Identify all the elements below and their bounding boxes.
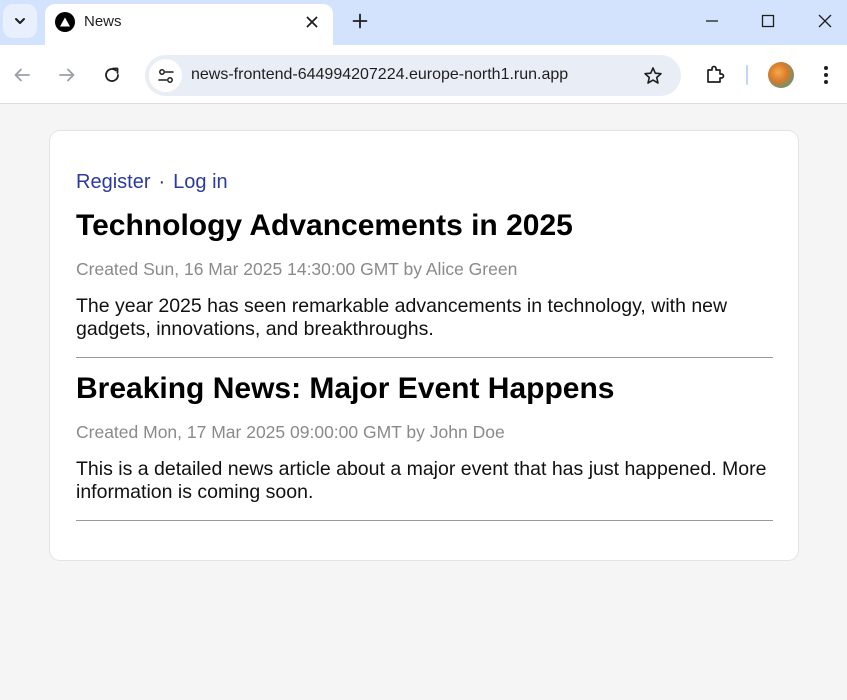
browser-toolbar: news-frontend-644994207224.europe-north1… — [0, 45, 847, 104]
close-icon[interactable] — [301, 11, 323, 33]
article-meta: Created Sun, 16 Mar 2025 14:30:00 GMT by… — [76, 259, 518, 279]
address-bar[interactable]: news-frontend-644994207224.europe-north1… — [145, 55, 681, 96]
star-icon — [644, 67, 662, 84]
site-settings-icon — [157, 68, 174, 83]
article-body: This is a detailed news article about a … — [76, 458, 767, 503]
maximize-button[interactable] — [755, 8, 781, 34]
reload-icon — [105, 67, 119, 82]
article: Breaking News: Major Event Happens Creat… — [76, 372, 773, 521]
article-divider — [76, 520, 773, 521]
toolbar-divider — [746, 65, 748, 85]
forward-button[interactable] — [55, 63, 79, 87]
minimize-button[interactable] — [699, 8, 725, 34]
article-title[interactable]: Breaking News: Major Event Happens — [76, 372, 773, 406]
register-link[interactable]: Register — [76, 171, 150, 193]
avatar[interactable] — [768, 62, 794, 88]
tab-search-button[interactable] — [3, 4, 37, 38]
article-body: The year 2025 has seen remarkable advanc… — [76, 295, 728, 340]
article: Technology Advancements in 2025 Created … — [76, 209, 773, 358]
bookmark-button[interactable] — [641, 64, 665, 88]
close-window-icon — [818, 14, 832, 28]
auth-separator: · — [158, 171, 166, 193]
browser-menu-button[interactable] — [814, 63, 838, 87]
article-title[interactable]: Technology Advancements in 2025 — [76, 209, 773, 243]
tab-news[interactable]: News — [45, 4, 333, 45]
forward-icon — [59, 68, 75, 82]
url-text[interactable]: news-frontend-644994207224.europe-north1… — [191, 66, 568, 84]
close-window-button[interactable] — [812, 8, 838, 34]
minimize-icon — [706, 20, 718, 22]
news-card: Register · Log in Technology Advancements … — [49, 130, 799, 561]
back-icon — [14, 68, 30, 82]
maximize-icon — [761, 14, 775, 28]
back-button[interactable] — [10, 63, 34, 87]
auth-links: Register · Log in — [76, 171, 228, 194]
extensions-icon — [707, 65, 725, 83]
login-link[interactable]: Log in — [173, 171, 228, 193]
chevron-down-icon — [15, 18, 25, 24]
new-tab-button[interactable] — [348, 9, 372, 33]
extensions-button[interactable] — [703, 63, 727, 87]
article-divider — [76, 357, 773, 358]
triangle-logo-icon — [55, 12, 75, 32]
reload-button[interactable] — [100, 63, 124, 87]
tab-strip: News — [0, 0, 847, 45]
plus-icon — [352, 13, 368, 29]
article-meta: Created Mon, 17 Mar 2025 09:00:00 GMT by… — [76, 422, 505, 442]
site-settings-button[interactable] — [149, 59, 182, 92]
tab-title: News — [84, 13, 122, 30]
kebab-menu-icon — [824, 66, 828, 84]
